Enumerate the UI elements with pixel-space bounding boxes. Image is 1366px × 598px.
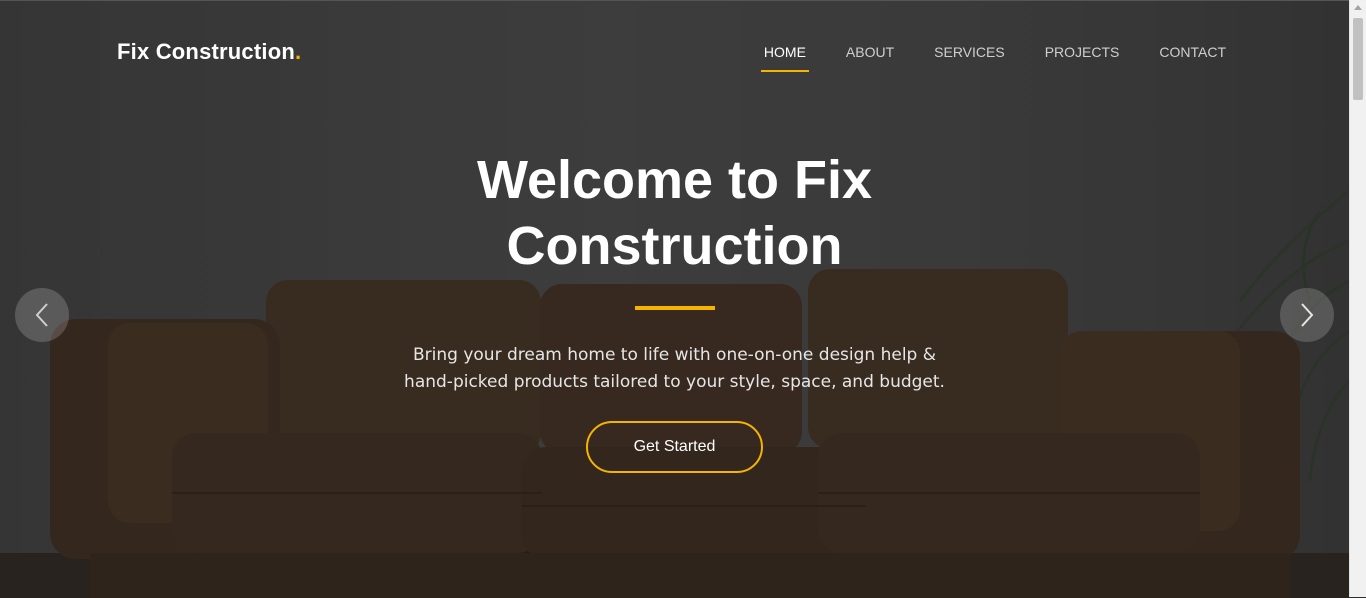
hero-section: Fix Construction. HOME ABOUT SERVICES PR… <box>0 0 1349 598</box>
hero-background <box>0 1 1349 598</box>
nav-home[interactable]: HOME <box>760 44 809 72</box>
nav-contact[interactable]: CONTACT <box>1156 44 1229 72</box>
chevron-right-icon <box>1301 303 1314 327</box>
carousel-next-button[interactable] <box>1280 288 1334 342</box>
brand-dot: . <box>294 39 302 64</box>
hero-subtitle: Bring your dream home to life with one-o… <box>404 345 945 392</box>
chevron-left-icon <box>35 303 48 327</box>
main-nav: HOME ABOUT SERVICES PROJECTS CONTACT <box>760 44 1229 72</box>
scrollbar-thumb[interactable] <box>1353 18 1363 100</box>
carousel-prev-button[interactable] <box>15 288 69 342</box>
page-scrollbar[interactable] <box>1349 0 1366 597</box>
brand-name: Fix Construction <box>117 39 295 64</box>
brand-logo[interactable]: Fix Construction. <box>117 39 301 65</box>
nav-about[interactable]: ABOUT <box>843 44 897 72</box>
get-started-button[interactable]: Get Started <box>586 421 763 473</box>
scroll-up-icon[interactable] <box>1354 5 1362 10</box>
hero-title: Welcome to Fix Construction <box>476 150 873 276</box>
nav-services[interactable]: SERVICES <box>931 44 1008 72</box>
nav-projects[interactable]: PROJECTS <box>1042 44 1123 72</box>
hero-divider <box>635 306 715 310</box>
